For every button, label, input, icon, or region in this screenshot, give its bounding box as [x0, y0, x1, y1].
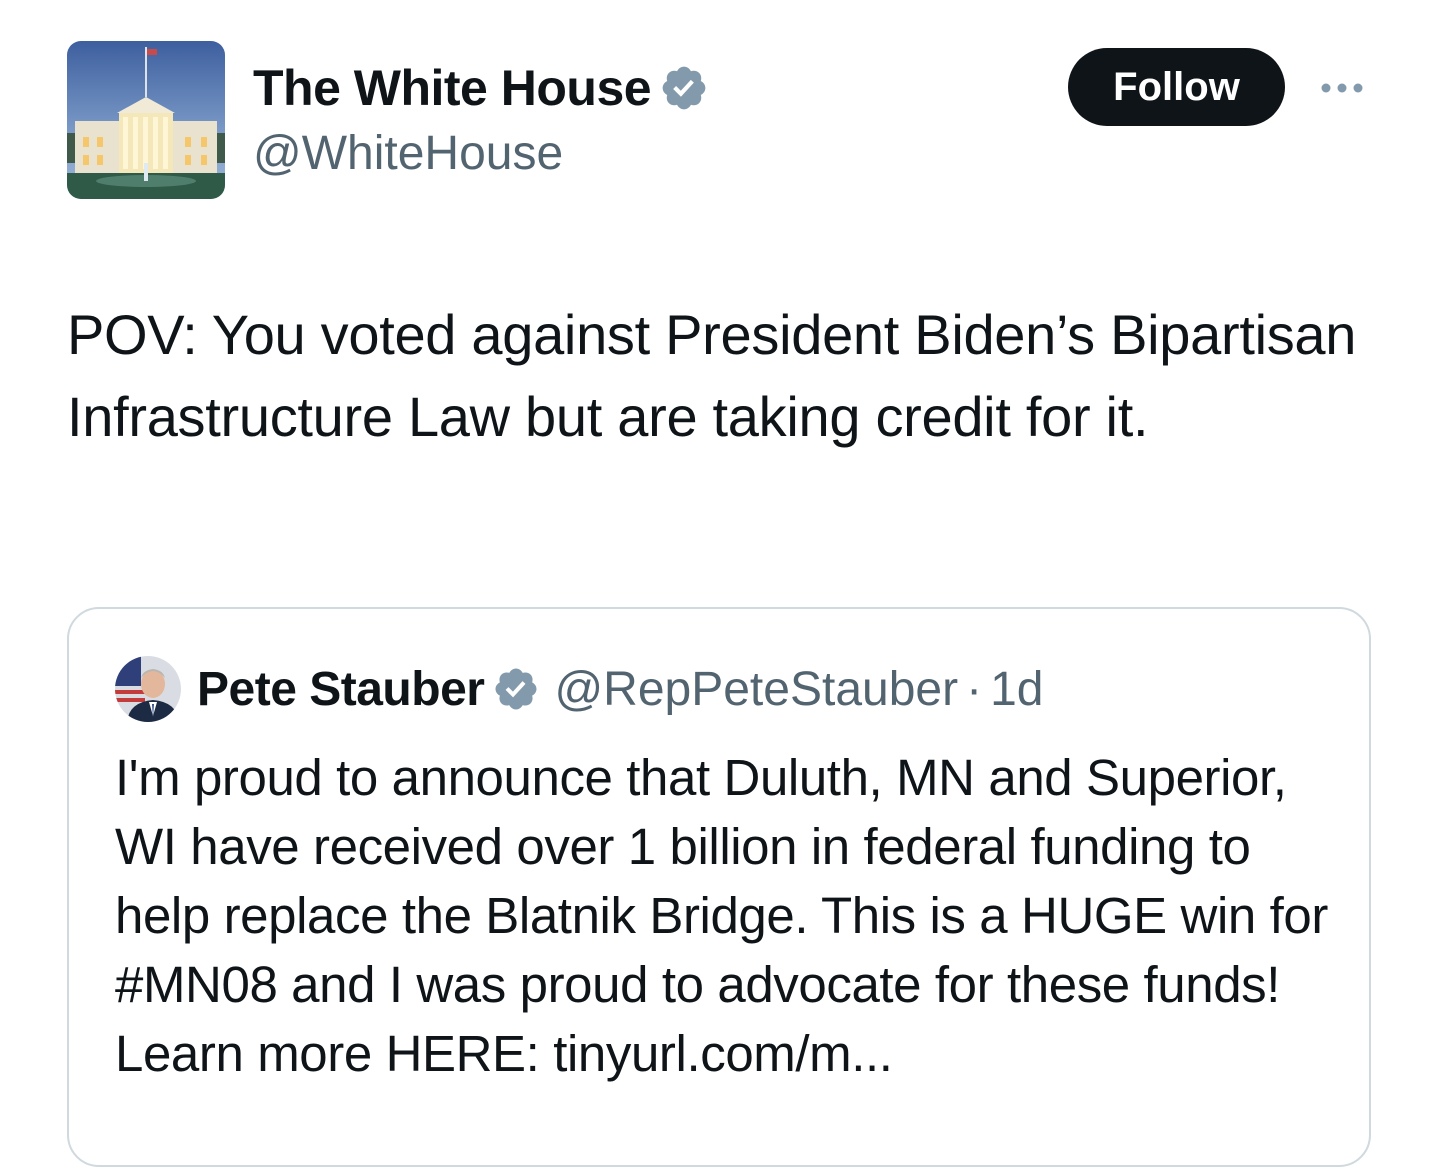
- quoted-author-avatar[interactable]: [115, 656, 181, 722]
- quoted-author-display-name[interactable]: Pete Stauber: [197, 662, 485, 717]
- author-avatar[interactable]: [67, 41, 225, 199]
- verified-badge-icon[interactable]: [659, 63, 709, 113]
- quoted-tweet-header: Pete Stauber @RepPeteStauber · 1d: [115, 656, 1043, 722]
- quoted-verified-badge-icon[interactable]: [492, 665, 540, 713]
- quoted-timestamp[interactable]: 1d: [990, 662, 1043, 717]
- follow-button[interactable]: Follow: [1068, 48, 1285, 126]
- more-options-icon[interactable]: [1314, 70, 1370, 106]
- quoted-separator: ·: [966, 662, 983, 716]
- tweet-text: POV: You voted against President Biden’s…: [67, 303, 1357, 448]
- quoted-tweet-text: I'm proud to announce that Duluth, MN an…: [115, 749, 1328, 1082]
- quoted-author-handle[interactable]: @RepPeteStauber: [554, 662, 958, 717]
- author-handle[interactable]: @WhiteHouse: [253, 126, 563, 181]
- author-name-row: The White House: [253, 58, 709, 118]
- tweet: The White House @WhiteHouse Follow POV: …: [0, 0, 1440, 1167]
- author-display-name[interactable]: The White House: [253, 59, 652, 117]
- quoted-tweet-card[interactable]: Pete Stauber @RepPeteStauber · 1d I'm pr…: [67, 607, 1371, 1167]
